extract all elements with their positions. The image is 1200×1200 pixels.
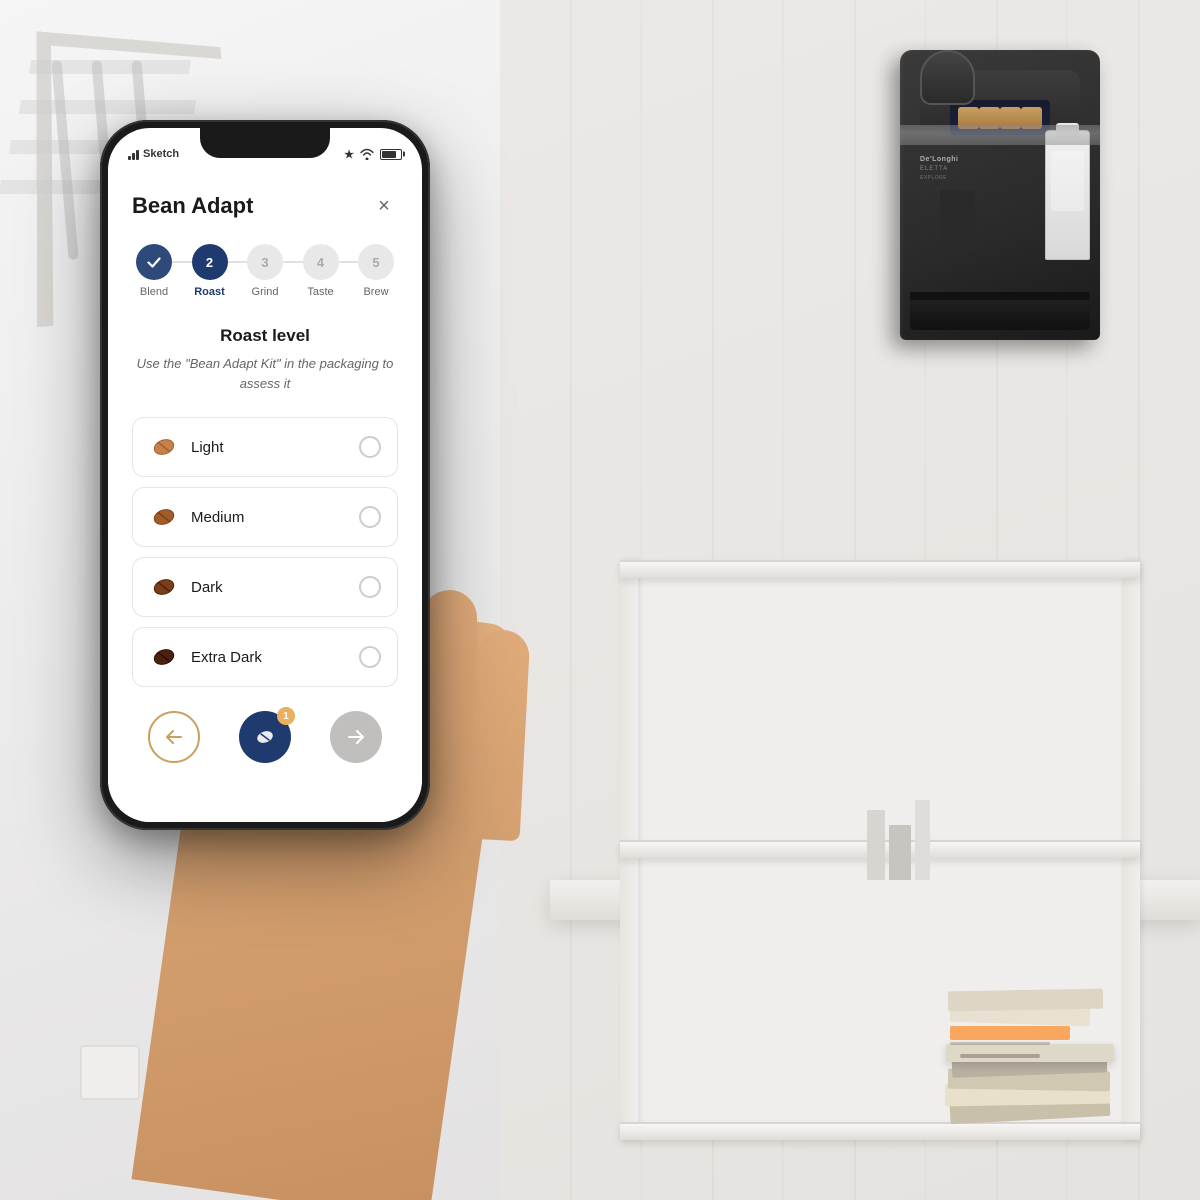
- roast-name-dark: Dark: [191, 579, 223, 596]
- step-connector-2: [228, 261, 248, 263]
- radio-light[interactable]: [359, 436, 381, 458]
- bean-icon-light: [149, 432, 179, 462]
- machine-hopper: [920, 50, 975, 105]
- magazine-stack: [940, 990, 1120, 1120]
- shelf-top: [620, 560, 1140, 578]
- roast-name-light: Light: [191, 439, 224, 456]
- background-scene: De'Longhi ELETTA EXPLORE: [0, 0, 1200, 1200]
- step-brew[interactable]: 5 Brew: [358, 244, 394, 298]
- next-button[interactable]: [330, 711, 382, 763]
- status-left: Sketch: [128, 148, 179, 160]
- machine-body: De'Longhi ELETTA EXPLORE: [900, 50, 1100, 340]
- shelf-bottom: [620, 1122, 1140, 1140]
- phone: Sketch ★: [100, 120, 430, 830]
- roast-name-extra-dark: Extra Dark: [191, 649, 262, 666]
- roast-option-extra-dark[interactable]: Extra Dark: [132, 627, 398, 687]
- step-label-brew: Brew: [363, 286, 388, 298]
- roast-option-light[interactable]: Light: [132, 417, 398, 477]
- beans-badge: 1: [277, 707, 295, 725]
- app-header: Bean Adapt ×: [132, 192, 398, 220]
- step-blend[interactable]: Blend: [136, 244, 172, 298]
- floor-items: [80, 1045, 280, 1100]
- shelf-objects: [867, 800, 930, 880]
- bean-svg-light: [150, 433, 178, 461]
- radio-extra-dark[interactable]: [359, 646, 381, 668]
- step-connector-3: [283, 261, 303, 263]
- roast-options-list: Light: [132, 417, 398, 687]
- bean-icon-extra-dark: [149, 642, 179, 672]
- status-right: ★: [344, 148, 402, 161]
- step-circle-grind: 3: [247, 244, 283, 280]
- app-title: Bean Adapt: [132, 193, 253, 219]
- step-connector-1: [172, 261, 192, 263]
- step-label-taste: Taste: [307, 286, 333, 298]
- coffee-spout: [940, 190, 975, 250]
- beans-button[interactable]: 1: [239, 711, 291, 763]
- section-title: Roast level: [132, 326, 398, 346]
- bean-svg-dark: [150, 573, 178, 601]
- beans-icon: [254, 726, 276, 748]
- check-icon: [147, 257, 161, 268]
- step-circle-roast: 2: [192, 244, 228, 280]
- wifi-icon: [360, 148, 374, 160]
- back-button[interactable]: [148, 711, 200, 763]
- roast-option-left-medium: Medium: [149, 502, 244, 532]
- signal-bars: [128, 148, 139, 160]
- radio-medium[interactable]: [359, 506, 381, 528]
- bean-svg-extra-dark: [150, 643, 178, 671]
- silver-band: [900, 125, 1100, 145]
- phone-screen: Sketch ★: [108, 128, 422, 822]
- step-label-roast: Roast: [194, 286, 225, 298]
- step-label-grind: Grind: [252, 286, 279, 298]
- section-subtitle: Use the "Bean Adapt Kit" in the packagin…: [132, 354, 398, 393]
- roast-option-left-light: Light: [149, 432, 224, 462]
- bean-svg-medium: [150, 503, 178, 531]
- bluetooth-icon: ★: [344, 148, 354, 161]
- step-taste[interactable]: 4 Taste: [303, 244, 339, 298]
- machine-base: [910, 295, 1090, 330]
- milk-container: [1045, 130, 1090, 260]
- app-content: Bean Adapt × Blend: [108, 172, 422, 822]
- coffee-machine: De'Longhi ELETTA EXPLORE: [880, 30, 1120, 370]
- step-roast[interactable]: 2 Roast: [192, 244, 228, 298]
- step-circle-taste: 4: [303, 244, 339, 280]
- step-indicators: Blend 2 Roast 3: [132, 244, 398, 298]
- machine-logo: De'Longhi ELETTA EXPLORE: [920, 150, 990, 180]
- close-button[interactable]: ×: [370, 192, 398, 220]
- battery-icon: [380, 149, 402, 160]
- roast-option-left-dark: Dark: [149, 572, 223, 602]
- radio-dark[interactable]: [359, 576, 381, 598]
- roast-name-medium: Medium: [191, 509, 244, 526]
- bean-icon-dark: [149, 572, 179, 602]
- step-label-blend: Blend: [140, 286, 168, 298]
- roast-option-medium[interactable]: Medium: [132, 487, 398, 547]
- notch: [200, 128, 330, 158]
- step-circle-brew: 5: [358, 244, 394, 280]
- bean-icon-medium: [149, 502, 179, 532]
- signal-bar-1: [128, 156, 131, 160]
- drip-tray: [910, 292, 1090, 300]
- step-connector-4: [339, 261, 359, 263]
- step-circle-blend: [136, 244, 172, 280]
- signal-bar-2: [132, 153, 135, 160]
- roast-option-dark[interactable]: Dark: [132, 557, 398, 617]
- back-arrow-icon: [165, 730, 183, 744]
- next-arrow-icon: [347, 730, 365, 744]
- signal-bar-3: [136, 150, 139, 160]
- battery-fill: [382, 151, 396, 158]
- carrier-label: Sketch: [143, 148, 179, 160]
- bottom-nav: 1: [132, 711, 398, 763]
- roast-option-left-extra-dark: Extra Dark: [149, 642, 262, 672]
- step-grind[interactable]: 3 Grind: [247, 244, 283, 298]
